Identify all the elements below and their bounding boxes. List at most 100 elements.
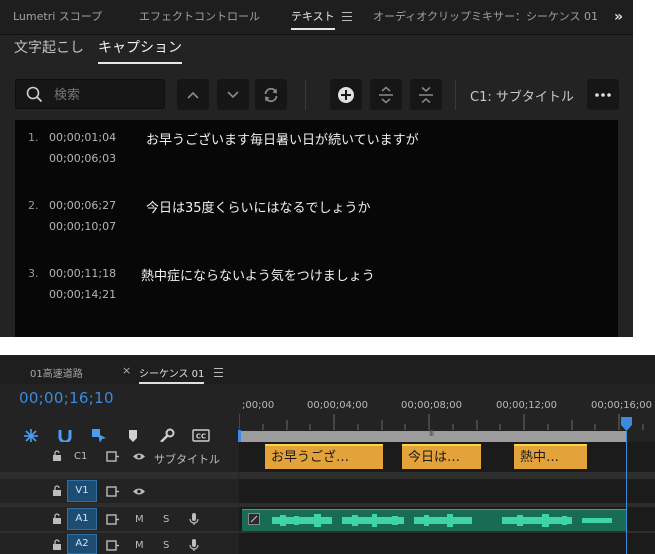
- caption-in-timecode[interactable]: 00;00;11;18: [49, 267, 116, 280]
- search-input[interactable]: [52, 84, 161, 106]
- panel-menu-icon[interactable]: [342, 12, 352, 21]
- track-id-a2: A2: [75, 538, 89, 549]
- lock-icon[interactable]: [52, 485, 62, 497]
- ruler-label: 00;00;04;00: [307, 400, 369, 411]
- playhead-timecode[interactable]: 00;00;16;10: [19, 389, 114, 407]
- caption-number: 1.: [28, 131, 39, 144]
- split-caption-button[interactable]: [370, 79, 402, 110]
- lock-icon[interactable]: [52, 513, 62, 525]
- previous-button[interactable]: [177, 79, 209, 110]
- lock-icon[interactable]: [52, 539, 62, 551]
- eye-icon[interactable]: [132, 487, 146, 496]
- caption-number: 2.: [28, 199, 39, 212]
- more-tabs-icon[interactable]: »: [614, 0, 623, 34]
- lock-icon[interactable]: [52, 450, 62, 462]
- caption-text[interactable]: お早うございます毎日暑い日が続いていますが: [146, 129, 419, 148]
- track-area-v1: [239, 479, 655, 503]
- track-target-a2[interactable]: A2: [67, 534, 97, 554]
- caption-out-timecode[interactable]: 00;00;06;03: [49, 152, 116, 165]
- tab-sequence-01[interactable]: シーケンス 01: [139, 365, 205, 384]
- split-icon: [379, 86, 393, 103]
- track-target-a1[interactable]: A1: [67, 508, 97, 530]
- timeline-tab-bar: [0, 355, 655, 384]
- caption-in-timecode[interactable]: 00;00;01;04: [49, 131, 116, 144]
- fx-badge-icon: [248, 513, 260, 525]
- track-spacer: [0, 503, 238, 507]
- ruler-ticks: [239, 414, 644, 430]
- ruler-label: 00;00;12;00: [496, 400, 558, 411]
- microphone-icon[interactable]: [189, 538, 199, 552]
- tab-lumetri-scopes[interactable]: Lumetri スコープ: [13, 0, 102, 34]
- tab-effect-controls[interactable]: エフェクトコントロール: [139, 0, 260, 34]
- eye-icon[interactable]: [132, 452, 146, 461]
- playhead-line[interactable]: [626, 431, 627, 554]
- toolbar-divider: [305, 80, 306, 110]
- caption-text[interactable]: 今日は35度くらいにはなるでしょうか: [146, 197, 371, 216]
- replace-button[interactable]: [255, 79, 287, 110]
- track-selector[interactable]: C1: サブタイトル: [470, 86, 574, 105]
- caption-out-timecode[interactable]: 00;00;10;07: [49, 220, 116, 233]
- panel-menu-icon[interactable]: [214, 368, 223, 377]
- ruler-label: 00;00;16;00: [591, 400, 653, 411]
- panel-tab-bar: Lumetri スコープ エフェクトコントロール テキスト オーディオクリップミ…: [0, 0, 633, 35]
- refresh-icon: [264, 87, 278, 102]
- tab-text[interactable]: テキスト: [291, 0, 335, 34]
- svg-text:CC: CC: [196, 433, 206, 441]
- track-id-c1[interactable]: C1: [74, 451, 87, 462]
- search-icon: [26, 86, 43, 103]
- track-target-v1[interactable]: V1: [67, 480, 97, 502]
- mute-button[interactable]: M: [135, 540, 144, 551]
- track-id-a1: A1: [75, 513, 89, 524]
- merge-icon: [419, 86, 433, 103]
- more-options-button[interactable]: [587, 79, 619, 110]
- caption-text[interactable]: 熱中症にならないよう気をつけましょう: [141, 265, 375, 284]
- track-area-a2: [239, 533, 655, 554]
- ruler-label: ;00;00: [242, 400, 275, 411]
- close-tab-icon[interactable]: ×: [122, 364, 131, 377]
- caption-clip[interactable]: お早うござ…: [265, 444, 383, 469]
- caption-out-timecode[interactable]: 00;00;14;21: [49, 288, 116, 301]
- caption-clip[interactable]: 今日は…: [402, 444, 481, 469]
- add-caption-button[interactable]: [330, 79, 362, 110]
- captions-cc-icon[interactable]: CC: [192, 429, 210, 442]
- in-point-marker[interactable]: [238, 430, 241, 442]
- text-panel: Lumetri スコープ エフェクトコントロール テキスト オーディオクリップミ…: [0, 0, 633, 337]
- work-area-bar[interactable]: III: [241, 429, 626, 442]
- ruler-label: 00;00;08;00: [401, 400, 463, 411]
- tab-sequence-highway[interactable]: 01高速道路: [30, 365, 83, 380]
- caption-search-field[interactable]: [15, 79, 165, 109]
- sync-lock-icon[interactable]: [106, 486, 120, 497]
- tab-audio-clip-mixer[interactable]: オーディオクリップミキサー：シーケンス 01: [373, 0, 598, 34]
- caption-row[interactable]: 3. 00;00;11;18 00;00;14;21 熱中症にならないよう気をつ…: [15, 256, 618, 326]
- add-circle-icon: [338, 86, 354, 103]
- track-spacer: [0, 531, 238, 533]
- caption-list: 1. 00;00;01;04 00;00;06;03 お早うございます毎日暑い日…: [15, 120, 618, 337]
- track-spacer: [0, 472, 238, 479]
- sync-lock-icon[interactable]: [106, 514, 120, 525]
- track-name: サブタイトル: [154, 453, 220, 466]
- mute-button[interactable]: M: [135, 514, 144, 525]
- solo-button[interactable]: S: [163, 514, 169, 525]
- sync-lock-icon[interactable]: [106, 540, 120, 551]
- track-id-v1: V1: [75, 485, 89, 496]
- track-spacer: [239, 472, 655, 479]
- subtab-transcript[interactable]: 文字起こし: [14, 36, 84, 62]
- solo-button[interactable]: S: [163, 540, 169, 551]
- toolbar-divider: [455, 80, 456, 110]
- work-area-grip-icon: III: [429, 429, 434, 438]
- playhead-handle[interactable]: [621, 417, 632, 431]
- chevron-up-icon: [187, 91, 199, 99]
- caption-in-timecode[interactable]: 00;00;06;27: [49, 199, 116, 212]
- audio-waveform: [272, 514, 612, 527]
- caption-number: 3.: [28, 267, 39, 280]
- chevron-down-icon: [227, 90, 239, 98]
- next-button[interactable]: [217, 79, 249, 110]
- caption-row[interactable]: 2. 00;00;06;27 00;00;10;07 今日は35度くらいにはなる…: [15, 188, 618, 258]
- microphone-icon[interactable]: [189, 512, 199, 526]
- subtab-captions[interactable]: キャプション: [98, 36, 182, 64]
- caption-clip[interactable]: 熱中…: [514, 444, 587, 469]
- merge-captions-button[interactable]: [410, 79, 442, 110]
- sync-lock-icon[interactable]: [106, 451, 120, 462]
- more-horizontal-icon: [595, 92, 611, 97]
- audio-clip[interactable]: [242, 509, 626, 531]
